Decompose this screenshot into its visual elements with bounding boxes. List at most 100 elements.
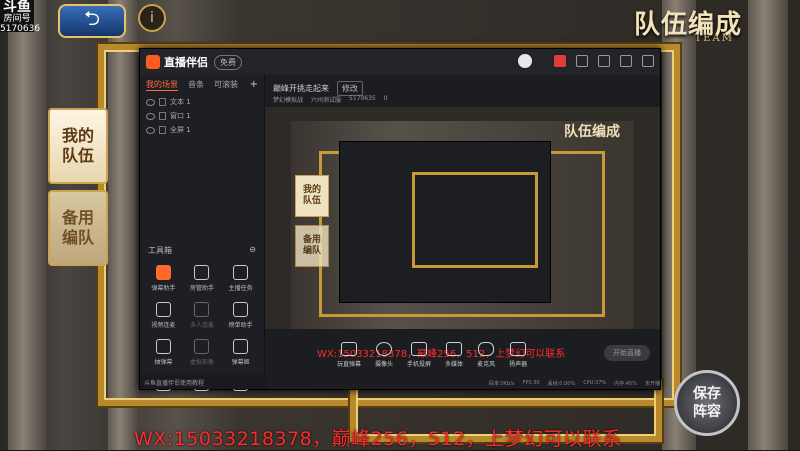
speaker-icon <box>510 342 527 356</box>
tool-label: 房管助手 <box>189 285 214 292</box>
layer-item[interactable]: 全屏 1 <box>140 123 264 137</box>
app-logo-icon <box>146 55 160 69</box>
screen-danmu-icon <box>341 342 357 356</box>
tool-item[interactable]: 抽弹幕 <box>144 339 183 366</box>
douyu-logo: 斗鱼 房间号 5170636 <box>0 0 41 34</box>
gift-icon[interactable] <box>554 55 566 67</box>
tool-label: 视频连麦 <box>151 322 176 329</box>
layer-label: 全屏 1 <box>170 126 191 134</box>
info-icon: i <box>150 10 154 26</box>
back-arrow-icon: ⮌ <box>83 6 101 30</box>
tool-item[interactable]: 虚拟形象 <box>183 339 222 366</box>
tool-item[interactable]: 房管助手 <box>183 265 222 292</box>
tool-label: 弹幕姬 <box>231 359 250 366</box>
danmu-icon <box>155 265 171 280</box>
layer-label: 窗口 1 <box>170 112 191 120</box>
video-link-icon <box>155 302 171 317</box>
ranking-icon <box>233 302 249 317</box>
edit-button[interactable]: 修改 <box>337 80 363 96</box>
tool-item[interactable]: 榜单助手 <box>221 302 260 329</box>
control-item[interactable]: 多媒体 <box>445 342 463 368</box>
microphone-icon <box>478 342 495 356</box>
category2-label: 六州测试服 <box>311 97 342 104</box>
layer-item[interactable]: 文本 1 <box>140 95 264 109</box>
streaming-app-window: 直播伴侣 免费 我的场景 音条 可滚装 + 文本 1 窗口 1 全屏 1 工具箱… <box>139 48 661 391</box>
status-dropped: 丢帧:0.00% <box>547 380 576 387</box>
add-scene-icon[interactable]: + <box>250 79 258 91</box>
back-button[interactable]: ⮌ <box>58 4 126 38</box>
task-icon <box>233 265 249 280</box>
tab-backup-team[interactable]: 备用 编队 <box>48 190 108 266</box>
bell-icon[interactable] <box>620 55 632 67</box>
lock-icon[interactable] <box>159 98 166 106</box>
layer-item[interactable]: 窗口 1 <box>140 109 264 123</box>
user-icon <box>194 265 210 280</box>
share-icon[interactable] <box>642 55 654 67</box>
tool-item[interactable]: 主播任务 <box>221 265 260 292</box>
toolbox-toggle-icon[interactable]: ⊖ <box>249 245 256 256</box>
main-panel: 巅峰开挑走起来 修改 梦幻模拟战 六州测试服 5170635 0 我的 队伍 备… <box>265 75 660 389</box>
tool-label: 虚拟形象 <box>189 359 214 366</box>
app-name: 直播伴侣 <box>164 56 208 69</box>
save-lineup-button[interactable]: 保存 阵容 <box>674 370 740 436</box>
category-label[interactable]: 梦幻模拟战 <box>273 95 303 104</box>
lock-icon[interactable] <box>576 55 588 67</box>
tab-scroll[interactable]: 可滚装 <box>214 79 238 91</box>
room-title: 巅峰开挑走起来 <box>273 83 329 93</box>
scene-tabs: 我的场景 音条 可滚装 + <box>140 75 264 95</box>
tv-icon <box>233 339 249 354</box>
app-titlebar: 直播伴侣 免费 <box>140 49 660 75</box>
eye-icon[interactable] <box>146 126 155 134</box>
info-button[interactable]: i <box>138 4 166 32</box>
phone-cast-icon <box>411 342 428 356</box>
avatar-3d-icon <box>194 339 210 354</box>
control-item[interactable]: 摄像头 <box>375 342 393 368</box>
status-memory: 内存:45% <box>614 380 637 387</box>
room-info: 梦幻模拟战 六州测试服 5170635 0 <box>273 95 388 104</box>
start-live-button[interactable]: 开始直播 <box>604 345 650 361</box>
media-icon <box>446 342 463 356</box>
status-live: 未开播 <box>644 380 660 387</box>
status-fps: FPS:30 <box>522 380 540 386</box>
eye-icon[interactable] <box>146 112 155 120</box>
toolbox-title: 工具箱 <box>148 246 172 255</box>
lock-icon[interactable] <box>159 112 166 120</box>
control-item[interactable]: 玩直弹幕 <box>337 342 361 368</box>
tutorial-link[interactable]: 斗鱼直播伴侣使用教程 <box>140 375 268 389</box>
tool-label: 多人连麦 <box>189 322 214 329</box>
toolbox-header: 工具箱 ⊖ <box>148 245 256 256</box>
tab-audio[interactable]: 音条 <box>188 79 204 91</box>
lock-icon[interactable] <box>159 126 166 134</box>
tool-label: 榜单助手 <box>228 322 253 329</box>
eye-icon[interactable] <box>146 98 155 106</box>
heat-value: 0 <box>383 95 388 102</box>
tab-my-team[interactable]: 我的 队伍 <box>48 108 108 184</box>
control-label: 手机投屏 <box>407 361 432 368</box>
tool-item[interactable]: 弹幕助手 <box>144 265 183 292</box>
pillar <box>8 0 46 450</box>
preview-nested-app <box>339 141 551 303</box>
tool-label: 抽弹幕 <box>154 359 173 366</box>
pillar <box>748 0 788 450</box>
control-item[interactable]: 手机投屏 <box>407 342 431 368</box>
tool-item[interactable]: 视频连麦 <box>144 302 183 329</box>
tab-my-scenes[interactable]: 我的场景 <box>146 79 178 91</box>
plan-chip[interactable]: 免费 <box>214 54 242 70</box>
titlebar-icons <box>554 55 654 67</box>
multi-link-icon <box>194 302 210 317</box>
layer-label: 文本 1 <box>170 98 191 106</box>
control-item[interactable]: 扬声器 <box>509 342 527 368</box>
team-subtitle: TEAM <box>694 33 734 44</box>
avatar[interactable] <box>518 54 532 68</box>
tool-label: 主播任务 <box>228 285 253 292</box>
control-label: 扬声器 <box>509 361 528 368</box>
camera-icon <box>376 342 393 356</box>
monitor-icon[interactable] <box>598 55 610 67</box>
tool-item[interactable]: 多人连麦 <box>183 302 222 329</box>
preview-tab-my-team: 我的 队伍 <box>295 175 329 217</box>
stream-preview[interactable]: 我的 队伍 备用 编队 队伍编成 <box>265 107 660 329</box>
control-item[interactable]: 麦克风 <box>477 342 495 368</box>
watermark-text: WX:15033218378，巅峰256，512，上梦幻可以联系 <box>134 428 622 450</box>
preview-nested-frame <box>412 172 538 268</box>
tool-item[interactable]: 弹幕姬 <box>221 339 260 366</box>
